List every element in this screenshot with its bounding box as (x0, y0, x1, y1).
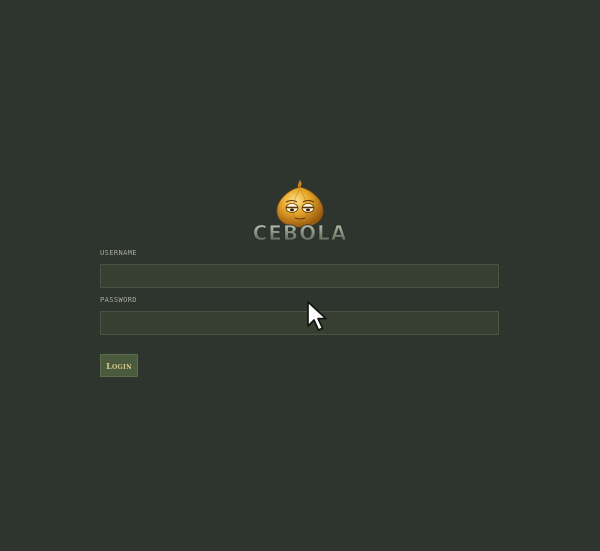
password-label: PASSWORD (100, 296, 137, 304)
brand-wordmark: CEBOLA (253, 221, 348, 244)
login-button[interactable]: Login (100, 354, 138, 377)
cebola-logo: CEBOLA (248, 178, 352, 244)
username-label: USERNAME (100, 249, 137, 257)
onion-face-icon: CEBOLA (252, 180, 348, 244)
password-input[interactable] (100, 311, 499, 335)
username-input[interactable] (100, 264, 499, 288)
